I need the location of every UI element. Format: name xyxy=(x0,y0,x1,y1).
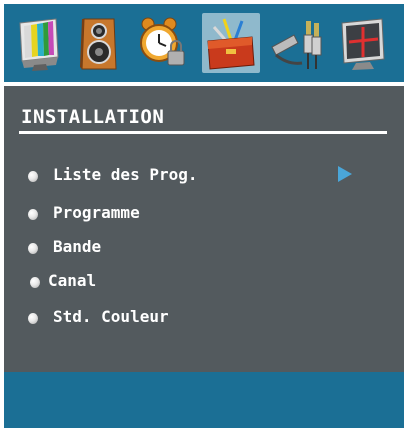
bullet-icon xyxy=(30,277,40,288)
menu-item-label: Liste des Prog. xyxy=(53,165,198,184)
menu-item-channel[interactable]: Canal xyxy=(28,271,228,293)
bullet-icon xyxy=(28,171,38,182)
menu-tab-picture[interactable] xyxy=(10,13,68,73)
menu-tab-source[interactable] xyxy=(268,13,326,73)
submenu-arrow-icon[interactable] xyxy=(338,166,352,182)
pc-features-icon xyxy=(341,18,385,70)
menu-item-label: Bande xyxy=(53,237,102,256)
sound-icon xyxy=(80,18,117,70)
menu-tab-pc[interactable] xyxy=(334,13,392,73)
menu-item-program-list[interactable]: Liste des Prog. xyxy=(28,165,368,187)
menu-item-label: Std. Couleur xyxy=(53,307,169,326)
menu-item-label: Canal xyxy=(48,271,97,290)
installation-panel xyxy=(4,86,404,372)
menu-item-band[interactable]: Bande xyxy=(28,237,228,259)
bullet-icon xyxy=(28,243,38,254)
menu-title: INSTALLATION xyxy=(21,106,165,128)
picture-icon xyxy=(19,18,59,71)
menu-tab-installation[interactable] xyxy=(202,13,260,73)
menu-item-color-standard[interactable]: Std. Couleur xyxy=(28,307,228,329)
title-underline xyxy=(19,131,387,134)
menu-item-program[interactable]: Programme xyxy=(28,203,228,225)
menu-item-label: Programme xyxy=(53,203,140,222)
installation-toolbox-icon xyxy=(207,18,255,70)
source-connectors-icon xyxy=(271,21,322,69)
help-bar xyxy=(4,372,404,428)
timer-lock-icon xyxy=(140,17,185,66)
bullet-icon xyxy=(28,209,38,220)
bullet-icon xyxy=(28,313,38,324)
main-menu-icon-bar xyxy=(4,4,404,82)
menu-tab-sound[interactable] xyxy=(70,13,128,73)
menu-tab-features[interactable] xyxy=(132,13,190,73)
